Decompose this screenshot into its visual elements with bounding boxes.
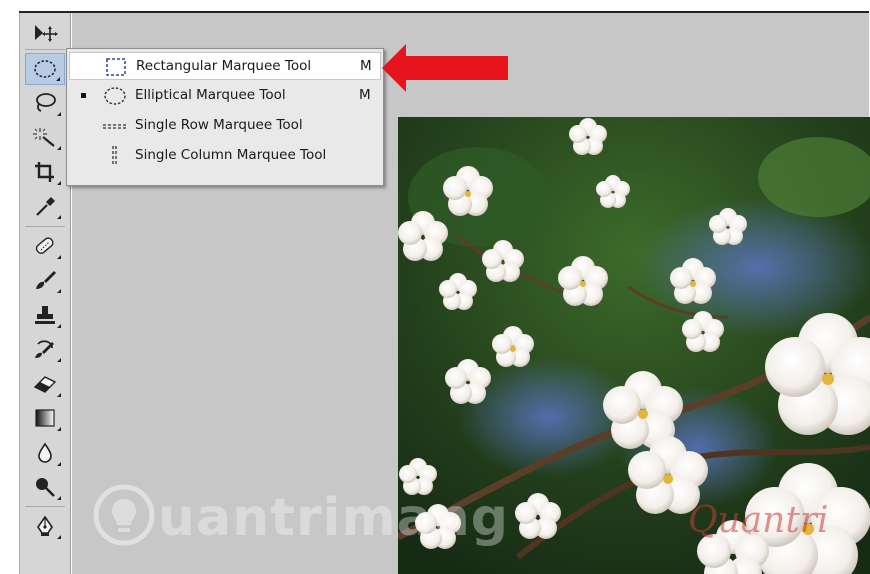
lightbulb-logo-icon (93, 484, 155, 546)
menu-item-rectangular-marquee[interactable]: Rectangular Marquee Tool M (69, 52, 381, 80)
blur-tool-button[interactable] (25, 437, 65, 469)
rectangular-marquee-icon (106, 58, 126, 76)
menu-item-single-column-marquee[interactable]: Single Column Marquee Tool (69, 142, 381, 170)
menu-item-label: Single Row Marquee Tool (135, 117, 303, 133)
gradient-tool-button[interactable] (25, 402, 65, 434)
menu-item-elliptical-marquee[interactable]: Elliptical Marquee Tool M (69, 82, 381, 110)
lasso-tool-button[interactable] (25, 87, 65, 119)
selected-bullet-icon (81, 93, 86, 98)
crop-icon (35, 162, 54, 182)
eyedropper-icon (36, 197, 55, 216)
dodge-tool-button[interactable] (25, 471, 65, 503)
menu-item-label: Rectangular Marquee Tool (136, 58, 312, 74)
menu-item-label: Single Column Marquee Tool (135, 147, 327, 163)
tools-panel (19, 13, 71, 574)
toolbar-separator (25, 49, 65, 50)
elliptical-marquee-icon (34, 60, 56, 78)
menu-item-single-row-marquee[interactable]: Single Row Marquee Tool (69, 112, 381, 140)
lasso-icon (36, 93, 56, 112)
marquee-tools-flyout-menu: Rectangular Marquee Tool M Elliptical Ma… (66, 48, 384, 186)
stamp-icon (35, 306, 55, 324)
red-arrow-icon (382, 44, 508, 92)
gradient-icon (35, 409, 55, 427)
menu-item-shortcut: M (359, 87, 371, 103)
brush-icon (36, 271, 56, 289)
eraser-tool-button[interactable] (25, 368, 65, 400)
clone-stamp-tool-button[interactable] (25, 299, 65, 331)
toolbar-separator (25, 226, 65, 227)
magic-wand-icon (33, 128, 55, 147)
drop-icon (38, 442, 52, 463)
crop-tool-button[interactable] (25, 156, 65, 188)
bandage-icon (35, 237, 54, 254)
history-brush-icon (35, 340, 54, 358)
photoshop-window: Rectangular Marquee Tool M Elliptical Ma… (0, 0, 870, 574)
history-brush-tool-button[interactable] (25, 333, 65, 365)
eyedropper-tool-button[interactable] (25, 190, 65, 222)
single-column-marquee-icon (112, 146, 117, 166)
menu-item-shortcut: M (360, 58, 372, 74)
eraser-icon (33, 376, 57, 393)
single-row-marquee-icon (103, 124, 127, 129)
pen-icon (37, 515, 53, 536)
brush-tool-button[interactable] (25, 264, 65, 296)
menu-item-label: Elliptical Marquee Tool (135, 87, 286, 103)
move-icon (35, 25, 58, 42)
pen-tool-button[interactable] (25, 510, 65, 542)
move-tool-button[interactable] (25, 17, 65, 49)
toolbar-separator (25, 506, 65, 507)
watermark-text-secondary: Quantri (688, 500, 829, 541)
elliptical-marquee-icon (104, 87, 126, 105)
quick-selection-tool-button[interactable] (25, 121, 65, 153)
marquee-tool-button[interactable] (25, 53, 65, 85)
dodge-icon (36, 478, 55, 497)
healing-brush-tool-button[interactable] (25, 230, 65, 262)
watermark-text: uantrimang (158, 488, 509, 548)
